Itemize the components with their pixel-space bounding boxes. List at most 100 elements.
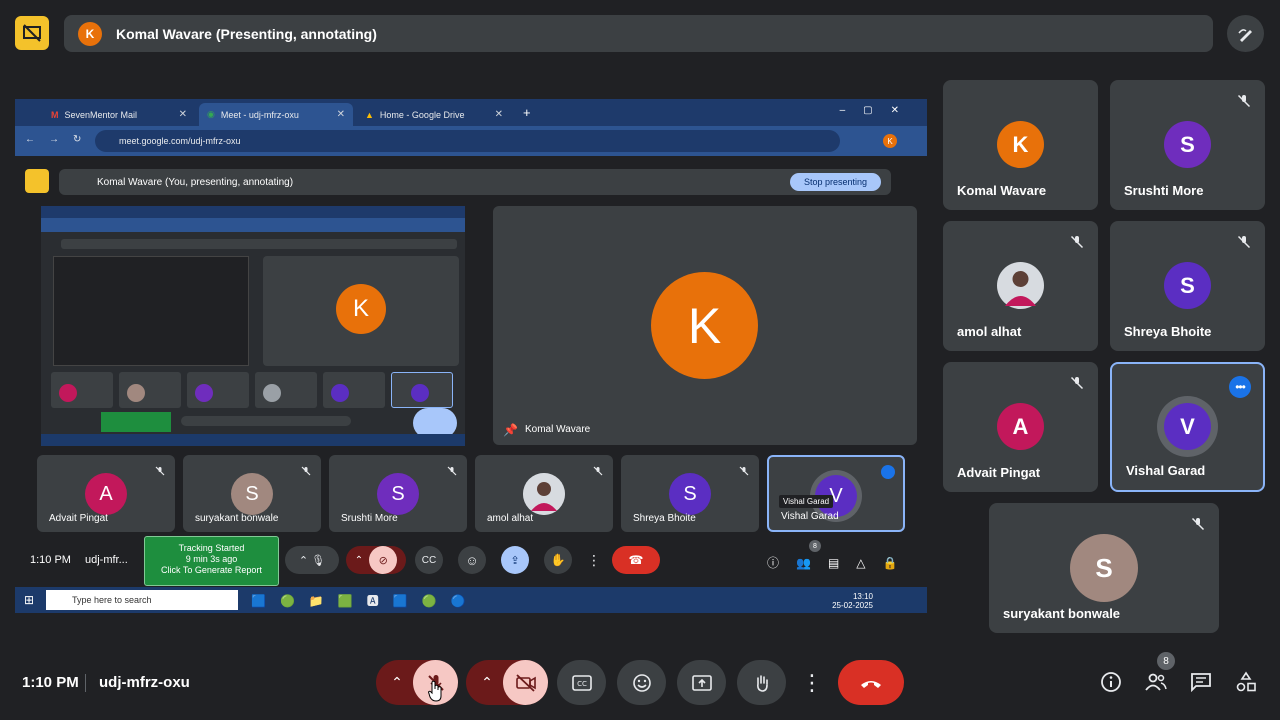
presentation-logo-icon	[25, 169, 49, 193]
participant-tile[interactable]: A Advait Pingat	[37, 455, 175, 532]
gmail-icon: M	[51, 109, 59, 120]
participant-avatar: K	[997, 121, 1044, 168]
participant-tile[interactable]: S Srushti More	[1110, 80, 1265, 210]
taskbar-search[interactable]: Type here to search	[46, 590, 238, 610]
camera-button[interactable]: ⌃ ⊘	[346, 546, 406, 574]
windows-start-icon[interactable]: ⊞	[24, 593, 34, 607]
mic-button[interactable]: ⌃ 🎙	[285, 546, 339, 574]
mic-off-icon	[1237, 94, 1251, 113]
tracking-line: 9 min 3s ago	[185, 554, 238, 564]
meeting-time: 1:10 PM	[22, 674, 79, 691]
mic-off-icon	[593, 463, 603, 481]
participant-name: Srushti More	[341, 513, 398, 524]
close-tab-icon[interactable]: ✕	[337, 109, 345, 120]
mic-options-button[interactable]: ⌃	[380, 660, 414, 705]
camera-toggle-button[interactable]	[503, 660, 548, 705]
participant-name: amol alhat	[957, 324, 1022, 339]
presenting-title: Komal Wavare (Presenting, annotating)	[116, 25, 377, 42]
presentation-logo-icon	[15, 16, 49, 50]
participant-name: Advait Pingat	[49, 513, 108, 524]
tray-date: 25-02-2025	[832, 601, 873, 610]
chat-button[interactable]	[1181, 662, 1221, 702]
captions-button[interactable]: CC	[557, 660, 606, 705]
participant-name: amol alhat	[487, 513, 534, 524]
tracking-report-button[interactable]: Tracking Started 9 min 3s ago Click To G…	[144, 536, 279, 586]
mic-off-icon	[1191, 517, 1205, 536]
browser-tab-meet[interactable]: ◉ Meet - udj-mfrz-oxu ✕	[199, 103, 353, 126]
more-options-icon[interactable]: •••	[1229, 376, 1251, 398]
info-icon	[1101, 672, 1121, 692]
participant-tile[interactable]: S suryakant bonwale	[989, 503, 1219, 633]
emoji-icon: ☺	[465, 552, 479, 568]
emoji-icon	[632, 673, 651, 692]
more-options-button[interactable]: ⋮	[580, 546, 608, 574]
participant-tile[interactable]: A Advait Pingat	[943, 362, 1098, 492]
divider	[85, 674, 86, 692]
leave-call-button[interactable]: ☎	[612, 546, 660, 574]
browser-tab-drive[interactable]: ▲ Home - Google Drive ✕	[357, 103, 511, 126]
name-tooltip: Vishal Garad	[779, 495, 834, 508]
mic-icon: ⌃ 🎙	[298, 554, 326, 567]
pen-icon	[1237, 28, 1252, 42]
end-call-icon	[861, 680, 881, 688]
mic-off-icon	[447, 463, 457, 481]
participant-avatar: S	[1164, 262, 1211, 309]
present-now-button[interactable]	[677, 660, 726, 705]
speaker-name: Komal Wavare	[525, 424, 591, 435]
participant-tile-active[interactable]: V Vishal Garad Vishal Garad	[767, 455, 905, 532]
stop-presenting-button[interactable]: Stop presenting	[789, 173, 881, 191]
participant-tile[interactable]: K Komal Wavare	[943, 80, 1098, 210]
activities-button[interactable]	[1226, 662, 1266, 702]
taskbar-app-icons[interactable]: 🟦🟢📁🟩🅰🟦🟢🔵	[251, 592, 480, 609]
participant-avatar: S	[1164, 121, 1211, 168]
present-button[interactable]: ⇪	[501, 546, 529, 574]
mouse-cursor-icon	[427, 680, 444, 707]
browser-toolbar: ←→↻ meet.google.com/udj-mfrz-oxu K	[15, 126, 927, 156]
camera-off-icon: ⊘	[369, 546, 398, 574]
participant-name: Advait Pingat	[957, 465, 1041, 480]
participant-tile-active[interactable]: V ••• Vishal Garad	[1110, 362, 1265, 492]
close-tab-icon[interactable]: ✕	[179, 109, 187, 120]
participant-name: Shreya Bhoite	[633, 513, 696, 524]
present-icon: ⇪	[510, 554, 520, 567]
drive-icon: ▲	[365, 109, 374, 120]
captions-button[interactable]: CC	[415, 546, 443, 574]
participant-name: Shreya Bhoite	[1124, 324, 1212, 339]
participant-avatar: A	[997, 403, 1044, 450]
shared-screen: M SevenMentor Mail ✕ ◉ Meet - udj-mfrz-o…	[15, 99, 927, 618]
participant-tile[interactable]: S suryakant bonwale	[183, 455, 321, 532]
participant-name: Srushti More	[1124, 183, 1204, 198]
meeting-time: 1:10 PM	[30, 554, 71, 566]
emoji-reaction-button[interactable]	[617, 660, 666, 705]
pin-icon[interactable]: 📌	[503, 423, 518, 437]
main-speaker-tile: K 📌 Komal Wavare	[493, 206, 917, 445]
leave-call-button[interactable]	[838, 660, 904, 705]
nested-avatar: K	[336, 284, 386, 334]
close-tab-icon[interactable]: ✕	[495, 109, 503, 120]
meeting-code: udj-mfrz-oxu	[99, 674, 190, 691]
hand-icon: ✋	[550, 553, 566, 567]
raise-hand-button[interactable]	[737, 660, 786, 705]
camera-off-icon	[515, 673, 536, 692]
more-options-button[interactable]: ⋮	[797, 660, 827, 705]
camera-options-button[interactable]: ⌃	[470, 660, 504, 705]
participant-tile[interactable]: amol alhat	[475, 455, 613, 532]
new-tab-icon[interactable]: +	[523, 105, 531, 120]
people-count-badge: 8	[1157, 652, 1175, 670]
window-controls[interactable]: –▢✕	[840, 105, 917, 116]
participant-tile[interactable]: S Shreya Bhoite	[1110, 221, 1265, 351]
emoji-button[interactable]: ☺	[458, 546, 486, 574]
meeting-details-button[interactable]	[1091, 662, 1131, 702]
captions-icon: CC	[421, 554, 437, 566]
more-vert-icon: ⋮	[801, 669, 823, 695]
inner-side-icons[interactable]: ⓘ👥▤△🔒	[767, 554, 914, 571]
browser-tab-mail[interactable]: M SevenMentor Mail ✕	[43, 103, 195, 126]
profile-avatar[interactable]: K	[883, 134, 897, 148]
annotate-button[interactable]	[1227, 15, 1264, 52]
participant-tile[interactable]: amol alhat	[943, 221, 1098, 351]
participant-tile[interactable]: S Shreya Bhoite	[621, 455, 759, 532]
raise-hand-button[interactable]: ✋	[544, 546, 572, 574]
address-bar[interactable]: meet.google.com/udj-mfrz-oxu	[95, 130, 840, 152]
nav-arrows-icon[interactable]: ←→↻	[25, 134, 95, 145]
participant-tile[interactable]: S Srushti More	[329, 455, 467, 532]
